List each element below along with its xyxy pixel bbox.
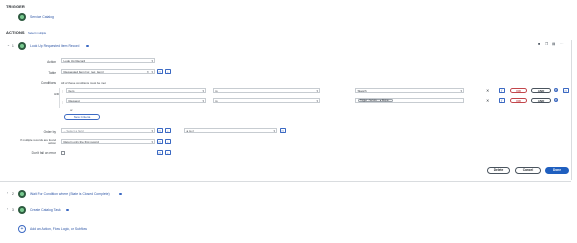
condition-operator[interactable]: is ▾ — [213, 88, 320, 93]
step-title[interactable]: Create Catalog Task — [30, 208, 61, 212]
add-condition-icon[interactable]: ⊕ — [554, 88, 558, 92]
search-icon[interactable]: ⌕ — [165, 68, 171, 74]
info-icon[interactable] — [119, 192, 122, 196]
or-text: or — [70, 108, 73, 112]
condition-field[interactable]: Request ▾ — [66, 98, 206, 103]
caret-down-icon: ▾ — [273, 129, 275, 133]
flow-logic-icon — [18, 190, 26, 198]
condition-value[interactable]: Sketch ▾ — [355, 88, 464, 93]
order-by-select[interactable]: -- Select a field ▾ — [61, 128, 155, 133]
sort-order-select[interactable]: a to z ▾ — [184, 128, 277, 133]
action-value: Look Up Record — [63, 59, 86, 63]
dont-fail-checkbox[interactable] — [61, 150, 65, 155]
expand-icon[interactable]: ▭ — [563, 87, 569, 93]
data-pill-picker-icon[interactable]: ▭ — [280, 127, 286, 133]
condition-operator-value: is — [215, 89, 218, 93]
data-pill-picker-icon[interactable]: ƒ — [499, 97, 505, 103]
caret-down-icon: ▾ — [151, 59, 153, 63]
condition-field-value: Item — [68, 89, 75, 93]
search-icon[interactable]: ⌕ — [165, 127, 171, 133]
trigger-heading: TRIGGER — [6, 4, 25, 9]
table-select[interactable]: Requested Item [sc_req_item] ✕ ▾ — [61, 69, 155, 74]
more-icon[interactable]: ⋯ — [560, 42, 564, 46]
condition-operator-value: is — [215, 99, 218, 103]
chevron-right-icon[interactable]: › — [7, 191, 8, 195]
done-button[interactable]: Done — [545, 167, 569, 174]
side-divider — [571, 40, 572, 180]
step-index: 2 — [12, 192, 14, 196]
remove-condition-icon[interactable]: ✕ — [486, 98, 489, 103]
drag-handle-icon[interactable]: ⋮ — [61, 100, 64, 104]
table-label: Table — [48, 71, 56, 75]
and-button[interactable]: AND — [531, 97, 551, 103]
new-criteria-button[interactable]: New Criteria — [64, 114, 100, 120]
order-by-label: Order by — [43, 130, 56, 134]
step-index: 1 — [12, 44, 14, 48]
step-index: 3 — [12, 208, 14, 212]
data-pill-picker-icon[interactable]: ƒ — [499, 87, 505, 93]
and-button[interactable]: AND — [531, 87, 551, 93]
multiple-records-value: Return only the first record — [63, 140, 99, 144]
caret-down-icon: ▾ — [151, 140, 153, 144]
action-select[interactable]: Look Up Record ▾ — [61, 58, 155, 63]
trigger-link[interactable]: Service Catalog — [30, 15, 54, 19]
service-catalog-icon — [18, 13, 26, 21]
sort-order-value: a to z — [186, 129, 194, 133]
order-by-placeholder: -- Select a field — [63, 129, 84, 133]
data-pill-picker-icon[interactable]: ▭ — [157, 149, 163, 155]
conditions-hint: All of these conditions must be met — [61, 81, 106, 85]
condition-and: AND — [54, 93, 60, 96]
caret-down-icon: ▾ — [316, 99, 318, 103]
or-button[interactable]: OR — [510, 87, 527, 93]
table-value: Requested Item [sc_req_item] — [63, 70, 104, 74]
add-condition-icon[interactable]: ⊕ — [554, 98, 558, 102]
info-icon[interactable] — [66, 208, 69, 212]
remove-condition-icon[interactable]: ✕ — [486, 88, 489, 93]
condition-field[interactable]: Item ▾ — [66, 88, 206, 93]
data-pill-picker-icon[interactable]: ▭ — [157, 138, 163, 144]
condition-value-text: Sketch — [357, 89, 367, 93]
step-title[interactable]: Look Up Requested Item Record — [30, 44, 79, 48]
caret-down-icon: ▾ — [202, 89, 204, 93]
step-title[interactable]: Wait For Condition where (State is Close… — [30, 192, 110, 196]
or-button[interactable]: OR — [510, 97, 527, 103]
add-icon[interactable]: + — [18, 225, 26, 233]
search-icon[interactable]: ⌕ — [165, 149, 171, 155]
multiple-records-label: If multiple records are found action — [20, 138, 56, 146]
add-action-link[interactable]: Add an Action, Flow Logic, or Subflow — [30, 227, 87, 231]
caret-down-icon: ▾ — [151, 129, 153, 133]
lock-icon[interactable]: ■ — [538, 42, 540, 46]
data-pill-picker-icon[interactable]: ▭ — [157, 127, 163, 133]
delete-icon[interactable]: ▤ — [552, 42, 555, 46]
delete-button[interactable]: Delete — [487, 167, 510, 174]
condition-operator[interactable]: is ▾ — [213, 98, 320, 103]
dont-fail-label: Don't fail on error — [31, 151, 56, 155]
clear-icon[interactable]: ✕ — [146, 70, 149, 73]
caret-down-icon: ▾ — [202, 99, 204, 103]
action-label: Action — [47, 60, 56, 64]
copy-icon[interactable]: ❐ — [545, 42, 548, 46]
multiple-records-select[interactable]: Return only the first record ▾ — [61, 139, 155, 144]
actions-heading: ACTIONS — [6, 30, 25, 35]
info-icon[interactable] — [86, 44, 89, 48]
condition-field-value: Request — [68, 99, 80, 103]
action-icon — [18, 42, 26, 50]
cancel-button[interactable]: Cancel — [515, 167, 541, 174]
data-pill[interactable]: Trigger - Service ... ▸ Reque... — [358, 98, 393, 103]
divider — [0, 181, 571, 182]
chevron-down-icon[interactable]: ⌄ — [7, 43, 10, 47]
table-record-button[interactable]: ▭ — [157, 68, 163, 74]
action-icon — [18, 206, 26, 214]
caret-down-icon: ▾ — [151, 70, 153, 74]
caret-down-icon: ▾ — [460, 89, 462, 93]
chevron-right-icon[interactable]: › — [7, 207, 8, 211]
drag-handle-icon[interactable]: ⋮ — [61, 89, 64, 93]
select-multiple-link[interactable]: Select multiple — [28, 31, 46, 35]
conditions-label: Conditions — [40, 81, 56, 85]
search-icon[interactable]: ⌕ — [165, 138, 171, 144]
caret-down-icon: ▾ — [316, 89, 318, 93]
condition-bracket — [59, 88, 60, 108]
